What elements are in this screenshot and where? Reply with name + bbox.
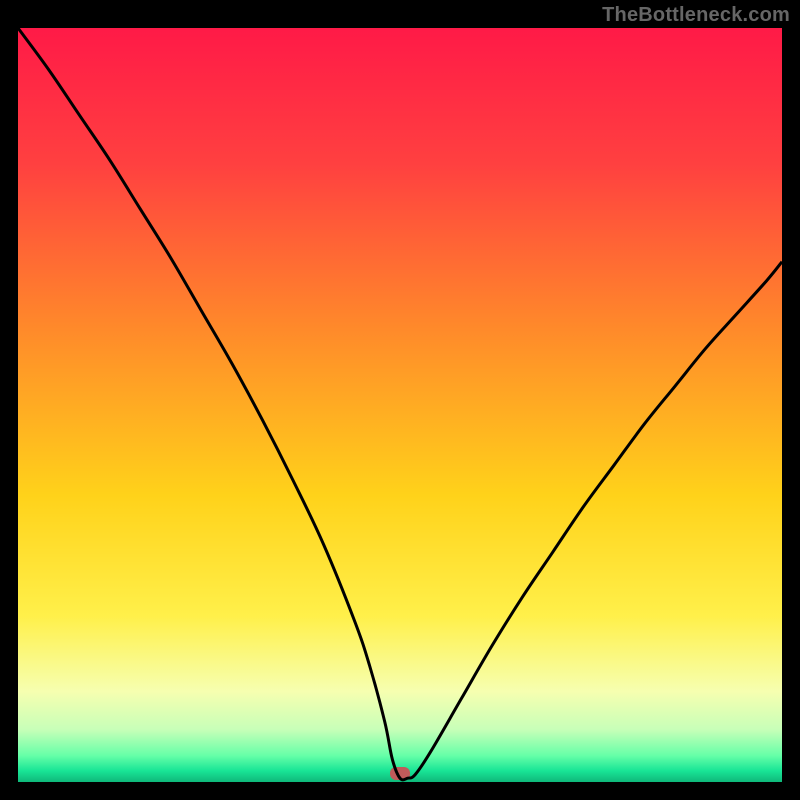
plot-area [18, 28, 782, 782]
chart-frame: TheBottleneck.com [0, 0, 800, 800]
gradient-rect [18, 28, 782, 782]
watermark-text: TheBottleneck.com [602, 4, 790, 27]
chart-svg [18, 28, 782, 782]
